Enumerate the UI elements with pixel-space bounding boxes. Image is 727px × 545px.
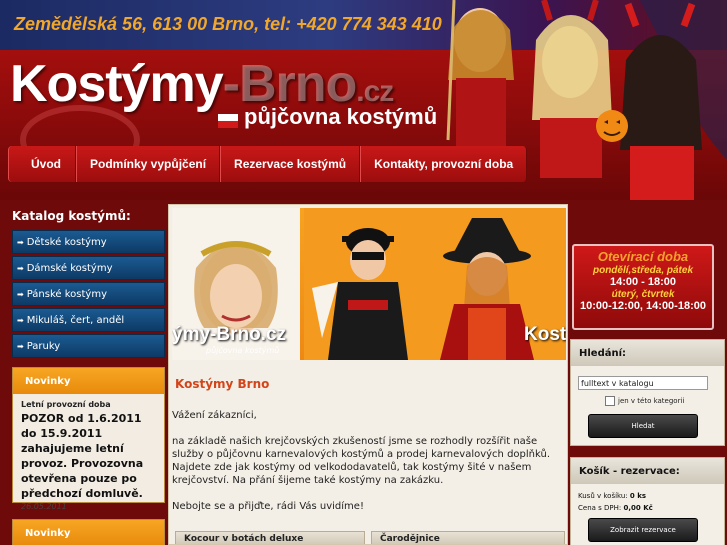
news-heading-2: Novinky [13,520,164,545]
cart-heading: Košík - rezervace: [571,458,724,484]
cart-price-line: Cena s DPH: 0,00 Kč [578,504,653,512]
paragraph-1: na základě našich krejčovských zkušenost… [172,436,551,460]
hours-days-2: úterý, čtvrtek [611,289,675,300]
category-filter[interactable]: jen v této kategorii [605,396,684,406]
cart-price-label: Cena s DPH: [578,504,622,512]
paragraph-2: Najdete zde jak kostýmy od velkododavate… [172,462,532,486]
catalog-item-label: Paruky [26,340,61,352]
search-input[interactable] [578,376,708,390]
catalog-item-label: Dámské kostýmy [26,262,113,274]
cart-price-value: 0,00 Kč [623,504,653,512]
opening-hours: Otevírací doba pondělí,středa, pátek 14:… [572,244,714,330]
catalog-title: Katalog kostýmů: [12,209,131,223]
category-checkbox-label: jen v této kategorii [618,397,685,405]
logo-main: Kostýmy [10,55,224,113]
catalog-item-damske[interactable]: ➡ Dámské kostýmy [12,256,165,280]
greeting: Vážení zákazníci, [172,410,257,421]
arrow-right-icon: ➡ [17,237,24,247]
banner-caption-left: ýmy-Brno.cz [172,324,287,345]
cart-panel: Košík - rezervace: Kusů v košíku: 0 ks C… [570,457,725,545]
news-text: POZOR od 1.6.2011 do 15.9.2011 zahajujem… [21,412,144,500]
catalog-item-label: Dětské kostýmy [26,236,107,248]
search-heading: Hledání: [571,340,724,366]
closing: Nebojte se a přijďte, rádi Vás uvidíme! [172,501,364,512]
news-title[interactable]: Letní provozní doba [21,400,156,409]
arrow-right-icon: ➡ [17,289,24,299]
hours-title: Otevírací doba [597,249,689,264]
slogan: půjčovna kostýmů [244,104,438,129]
czech-flag-icon [218,114,238,128]
hours-days-1: pondělí,středa, pátek [592,265,694,276]
news-heading: Novinky [13,368,164,394]
product-tab-kocour[interactable]: Kocour v botách deluxe [175,531,365,544]
cart-items-line: Kusů v košíku: 0 ks [578,492,646,500]
banner-caption-right: Kost [524,324,566,345]
catalog-item-paruky[interactable]: ➡ Paruky [12,334,165,358]
product-tab-carodejnice[interactable]: Čarodějnice [371,531,565,544]
nav-item-uvod[interactable]: Úvod [8,146,76,182]
main-nav: Úvod Podmínky vypůjčení Rezervace kostým… [8,146,528,182]
page-title: Kostýmy Brno [175,377,270,391]
show-reservations-button[interactable]: Zobrazit rezervace [588,518,698,542]
arrow-right-icon: ➡ [17,341,24,351]
hours-time-1: 14:00 - 18:00 [609,276,677,288]
catalog-item-mikulas[interactable]: ➡ Mikuláš, čert, anděl [12,308,165,332]
catalog-item-label: Pánské kostýmy [26,288,107,300]
news-box: Novinky Letní provozní doba POZOR od 1.6… [12,367,165,511]
arrow-right-icon: ➡ [17,315,24,325]
address-text: Zemědělská 56, 613 00 Brno, tel: +420 77… [14,14,442,34]
catalog-item-label: Mikuláš, čert, anděl [26,314,125,326]
nav-item-rezervace[interactable]: Rezervace kostýmů [220,146,361,182]
header: Zemědělská 56, 613 00 Brno, tel: +420 77… [0,0,727,200]
cart-items-label: Kusů v košíku: [578,492,628,500]
main-content: ýmy-Brno.cz půjčovna kostýmů Kost Kostým… [168,204,568,545]
catalog-item-panske[interactable]: ➡ Pánské kostýmy [12,282,165,306]
left-sidebar: Katalog kostýmů: ➡ Dětské kostýmy ➡ Dáms… [8,200,168,545]
news-date: 26.05.2011 [21,502,67,511]
banner-caption-sub: půjčovna kostýmů [206,346,280,355]
right-sidebar: Otevírací doba pondělí,středa, pátek 14:… [568,200,727,545]
search-panel: Hledání: jen v této kategorii Hledat [570,339,725,446]
arrow-right-icon: ➡ [17,263,24,273]
news-body: Letní provozní doba POZOR od 1.6.2011 do… [13,394,164,517]
nav-item-kontakty[interactable]: Kontakty, provozní doba [360,146,528,182]
hours-time-2: 10:00-12:00, 14:00-18:00 [580,300,706,312]
news-box-2: Novinky [12,519,165,545]
main-text: Vážení zákazníci, na základě našich krej… [172,409,566,526]
category-checkbox[interactable] [605,396,615,406]
catalog-item-detske[interactable]: ➡ Dětské kostýmy [12,230,165,254]
cart-items-value: 0 ks [629,492,647,500]
banner-image: ýmy-Brno.cz půjčovna kostýmů Kost [172,208,566,360]
search-button[interactable]: Hledat [588,414,698,438]
nav-item-podminky[interactable]: Podmínky vypůjčení [76,146,221,182]
